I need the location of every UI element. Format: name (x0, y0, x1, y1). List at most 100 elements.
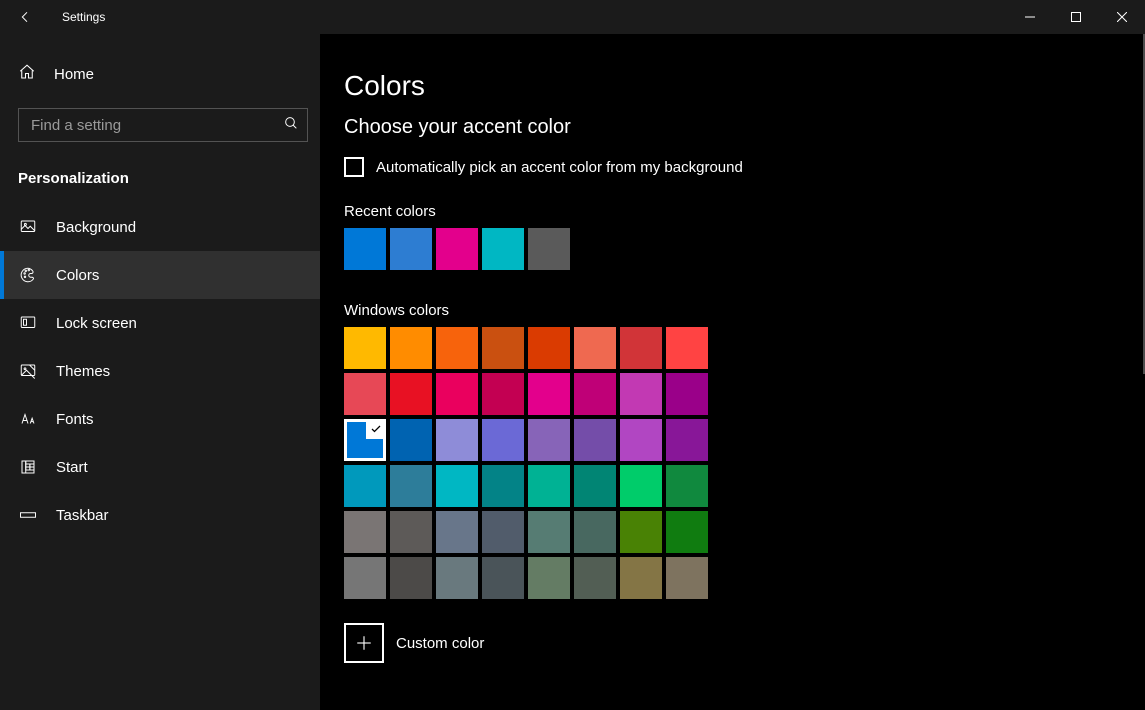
close-button[interactable] (1099, 0, 1145, 34)
windows-colors-label: Windows colors (344, 302, 1145, 319)
windows-color-swatch[interactable] (436, 327, 478, 369)
sidebar-item-colors[interactable]: Colors (0, 251, 320, 299)
sidebar-item-fonts[interactable]: Fonts (0, 395, 320, 443)
sidebar-item-label: Themes (56, 363, 110, 380)
windows-color-swatch[interactable] (620, 465, 662, 507)
windows-color-swatch[interactable] (528, 511, 570, 553)
recent-color-swatch[interactable] (436, 228, 478, 270)
windows-color-swatch[interactable] (344, 419, 386, 461)
sidebar-item-label: Fonts (56, 411, 94, 428)
windows-color-swatch[interactable] (666, 557, 708, 599)
check-icon (366, 419, 386, 439)
recent-color-swatch[interactable] (482, 228, 524, 270)
windows-color-swatch[interactable] (390, 419, 432, 461)
windows-colors-grid (344, 327, 712, 603)
search-field[interactable] (18, 108, 308, 142)
sidebar-item-lock-screen[interactable]: Lock screen (0, 299, 320, 347)
page-title: Colors (344, 70, 1145, 102)
content-pane: Colors Choose your accent color Automati… (320, 34, 1145, 710)
sidebar-item-start[interactable]: Start (0, 443, 320, 491)
home-nav[interactable]: Home (0, 52, 320, 96)
windows-color-swatch[interactable] (620, 327, 662, 369)
sidebar-item-label: Start (56, 459, 88, 476)
sidebar-item-label: Taskbar (56, 507, 109, 524)
recent-colors-label: Recent colors (344, 203, 1145, 220)
windows-color-swatch[interactable] (436, 373, 478, 415)
start-icon (18, 457, 38, 477)
windows-color-swatch[interactable] (344, 511, 386, 553)
recent-color-swatch[interactable] (528, 228, 570, 270)
windows-color-swatch[interactable] (436, 419, 478, 461)
windows-color-swatch[interactable] (390, 465, 432, 507)
windows-color-swatch[interactable] (482, 465, 524, 507)
windows-color-swatch[interactable] (344, 557, 386, 599)
custom-color-label: Custom color (396, 635, 484, 652)
windows-color-swatch[interactable] (574, 465, 616, 507)
windows-color-swatch[interactable] (390, 327, 432, 369)
windows-color-swatch[interactable] (666, 327, 708, 369)
checkbox-box[interactable] (344, 157, 364, 177)
windows-color-swatch[interactable] (528, 373, 570, 415)
windows-color-swatch[interactable] (390, 373, 432, 415)
sidebar-item-label: Background (56, 219, 136, 236)
recent-colors-row (344, 228, 1145, 274)
image-icon (18, 217, 38, 237)
windows-color-swatch[interactable] (390, 557, 432, 599)
windows-color-swatch[interactable] (666, 511, 708, 553)
fonts-icon (18, 409, 38, 429)
windows-color-swatch[interactable] (666, 419, 708, 461)
windows-color-swatch[interactable] (620, 557, 662, 599)
plus-icon (344, 623, 384, 663)
page-subheading: Choose your accent color (344, 116, 1145, 139)
auto-accent-checkbox[interactable]: Automatically pick an accent color from … (344, 157, 1145, 177)
sidebar-item-themes[interactable]: Themes (0, 347, 320, 395)
windows-color-swatch[interactable] (344, 465, 386, 507)
windows-color-swatch[interactable] (620, 419, 662, 461)
minimize-button[interactable] (1007, 0, 1053, 34)
lock-screen-icon (18, 313, 38, 333)
sidebar-section-title: Personalization (0, 142, 320, 199)
windows-color-swatch[interactable] (436, 557, 478, 599)
windows-color-swatch[interactable] (482, 327, 524, 369)
windows-color-swatch[interactable] (482, 511, 524, 553)
sidebar-item-label: Colors (56, 267, 99, 284)
windows-color-swatch[interactable] (436, 465, 478, 507)
windows-color-swatch[interactable] (574, 419, 616, 461)
windows-color-swatch[interactable] (528, 465, 570, 507)
windows-color-swatch[interactable] (344, 373, 386, 415)
palette-icon (18, 265, 38, 285)
recent-color-swatch[interactable] (344, 228, 386, 270)
windows-color-swatch[interactable] (574, 511, 616, 553)
titlebar: Settings (0, 0, 1145, 34)
themes-icon (18, 361, 38, 381)
windows-color-swatch[interactable] (666, 465, 708, 507)
sidebar: Home Personalization Background Colors Loc… (0, 34, 320, 710)
windows-color-swatch[interactable] (390, 511, 432, 553)
windows-color-swatch[interactable] (666, 373, 708, 415)
windows-color-swatch[interactable] (436, 511, 478, 553)
windows-color-swatch[interactable] (344, 327, 386, 369)
windows-color-swatch[interactable] (482, 557, 524, 599)
sidebar-item-label: Lock screen (56, 315, 137, 332)
windows-color-swatch[interactable] (574, 373, 616, 415)
maximize-button[interactable] (1053, 0, 1099, 34)
windows-color-swatch[interactable] (482, 373, 524, 415)
back-button[interactable] (8, 0, 42, 34)
search-input[interactable] (29, 116, 283, 135)
windows-color-swatch[interactable] (574, 327, 616, 369)
windows-color-swatch[interactable] (528, 557, 570, 599)
search-icon (283, 115, 299, 136)
windows-color-swatch[interactable] (574, 557, 616, 599)
windows-color-swatch[interactable] (528, 327, 570, 369)
recent-color-swatch[interactable] (390, 228, 432, 270)
windows-color-swatch[interactable] (620, 511, 662, 553)
home-label: Home (54, 66, 94, 83)
app-title: Settings (62, 10, 105, 24)
windows-color-swatch[interactable] (528, 419, 570, 461)
custom-color-button[interactable]: Custom color (344, 623, 1145, 693)
sidebar-item-taskbar[interactable]: Taskbar (0, 491, 320, 539)
home-icon (18, 63, 36, 85)
windows-color-swatch[interactable] (482, 419, 524, 461)
sidebar-item-background[interactable]: Background (0, 203, 320, 251)
windows-color-swatch[interactable] (620, 373, 662, 415)
